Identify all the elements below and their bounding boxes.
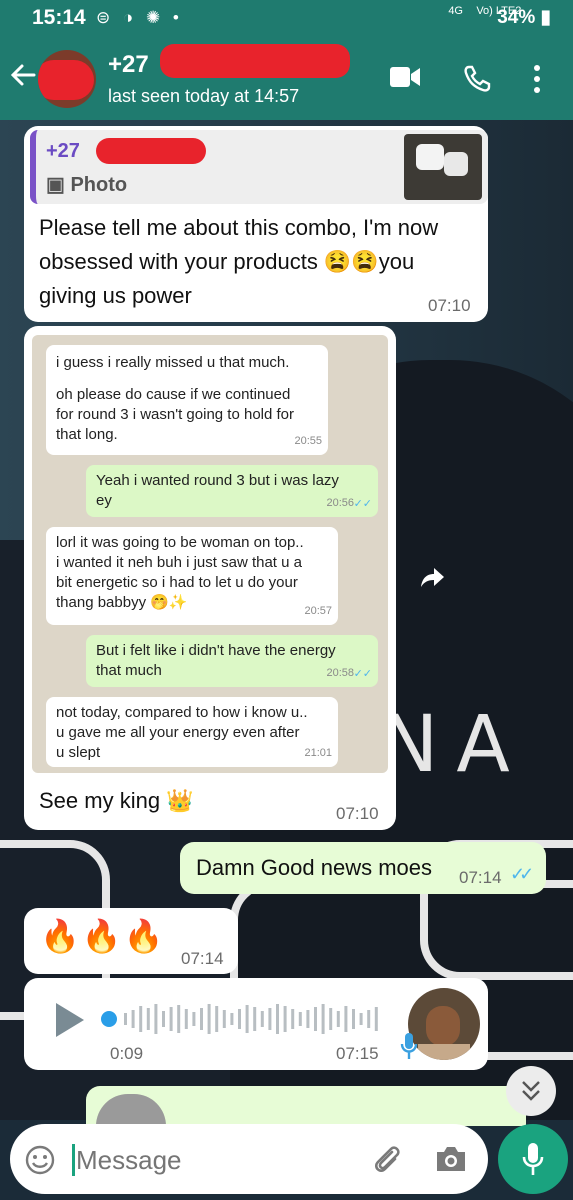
waveform-bar	[359, 1013, 363, 1025]
read-ticks-icon: ✓✓	[353, 498, 372, 510]
waveform-bar	[222, 1010, 226, 1028]
chat-screenshot-image[interactable]: i guess i really missed u that much. oh …	[32, 335, 388, 773]
waveform-bar	[291, 1009, 295, 1029]
message-time: 07:10	[336, 804, 379, 823]
waveform-bar	[314, 1007, 317, 1031]
network-indicator: 4G Vo) LTE2	[448, 5, 521, 17]
waveform-bar	[306, 1010, 310, 1028]
waveform-bar	[162, 1011, 165, 1027]
waveform-bar	[352, 1009, 355, 1029]
waveform-bar	[268, 1008, 272, 1030]
waveform-bar	[177, 1005, 181, 1033]
voice-call-icon[interactable]	[462, 64, 492, 94]
waveform-bar	[124, 1013, 127, 1025]
text-cursor	[72, 1144, 75, 1176]
message-time: 07:14	[459, 868, 502, 887]
message-time: 07:10	[428, 296, 471, 315]
message-time: 07:15	[336, 1044, 379, 1063]
waveform-bar	[139, 1006, 143, 1032]
screenshot-bubble: i guess i really missed u that much. oh …	[46, 345, 328, 455]
waveform-bar	[298, 1012, 302, 1026]
quoted-sender: +27	[46, 140, 80, 162]
waveform-bar	[367, 1010, 371, 1028]
screenshot-bubble: not today, compared to how i know u.. u …	[46, 697, 338, 767]
waveform-bar	[374, 1007, 378, 1031]
waveform-bar	[238, 1009, 241, 1029]
waveform-bar	[245, 1005, 249, 1033]
voice-waveform[interactable]	[100, 1000, 390, 1038]
redacted-number	[160, 44, 350, 78]
quoted-thumbnail	[404, 134, 482, 200]
double-chevron-down-icon	[522, 1081, 540, 1101]
microphone-icon	[522, 1143, 544, 1175]
waveform-bar	[207, 1004, 211, 1034]
screenshot-bubble: But i felt like i didn't have the energy…	[86, 635, 378, 687]
waveform-bar	[253, 1007, 257, 1031]
message-time: 07:14	[181, 949, 224, 968]
message-input[interactable]	[76, 1138, 366, 1182]
fire-emoji-message: 🔥🔥🔥	[40, 918, 166, 954]
read-ticks-icon: ✓✓	[510, 864, 534, 884]
waveform-bar	[321, 1004, 325, 1034]
network-type: 4G	[448, 5, 463, 17]
photo-icon: ▣	[46, 174, 65, 196]
waveform-bar	[336, 1011, 340, 1027]
read-ticks-icon: ✓✓	[353, 668, 372, 680]
waveform-bar	[184, 1009, 188, 1029]
waveform-bar	[329, 1008, 333, 1030]
video-call-icon[interactable]	[388, 64, 422, 90]
waveform-bar	[146, 1008, 150, 1030]
contact-name[interactable]: +27	[108, 51, 149, 79]
quoted-type: ▣ Photo	[46, 174, 128, 196]
wallpaper-text: NA	[380, 700, 528, 790]
sender-avatar	[408, 988, 480, 1060]
redacted-number	[96, 138, 206, 164]
more-options-icon[interactable]	[532, 64, 542, 94]
waveform-bar	[230, 1013, 234, 1025]
screenshot-bubble: Yeah i wanted round 3 but i was lazy ey …	[86, 465, 378, 517]
message-input-bar	[10, 1124, 488, 1194]
voice-record-button[interactable]	[498, 1124, 568, 1194]
contact-avatar[interactable]	[38, 50, 96, 108]
status-bar: 15:14 ⊜ ◑ ✺ • 4G Vo) LTE2 34% ▮	[0, 0, 573, 36]
play-icon[interactable]	[56, 1003, 84, 1037]
image-caption: See my king 👑	[39, 788, 194, 813]
waveform-bar	[260, 1011, 264, 1027]
waveform-bar	[192, 1012, 196, 1026]
waveform-bar	[215, 1006, 219, 1032]
scroll-to-bottom-button[interactable]	[506, 1066, 556, 1116]
waveform-bar	[276, 1004, 279, 1034]
mic-badge-icon	[400, 1033, 418, 1059]
screenshot-bubble: lorl it was going to be woman on top.. i…	[46, 527, 338, 625]
back-arrow-icon[interactable]	[8, 60, 38, 90]
playhead-dot	[101, 1011, 117, 1027]
last-seen: last seen today at 14:57	[108, 86, 300, 106]
battery-level: 34% ▮	[497, 7, 551, 28]
chat-header: 15:14 ⊜ ◑ ✺ • 4G Vo) LTE2 34% ▮ +27 last…	[0, 0, 573, 120]
forward-icon[interactable]	[420, 566, 446, 588]
status-time: 15:14	[32, 6, 86, 29]
waveform-bar	[169, 1007, 173, 1031]
waveform-bar	[283, 1006, 287, 1032]
waveform-bar	[154, 1004, 158, 1034]
notification-icons: ⊜ ◑ ✺ •	[96, 8, 183, 27]
message-text: Please tell me about this combo, I'm now…	[39, 215, 439, 308]
emoji-icon[interactable]	[24, 1144, 56, 1176]
screenshot-text: not today, compared to how i know u.. u …	[56, 704, 308, 761]
screenshot-text: i guess i really missed u that much. oh …	[56, 354, 295, 443]
camera-icon[interactable]	[434, 1144, 468, 1174]
screenshot-text: lorl it was going to be woman on top.. i…	[56, 534, 304, 611]
waveform-bar	[200, 1008, 203, 1030]
waveform-bar	[131, 1010, 135, 1028]
message-text: Damn Good news moes	[196, 855, 432, 880]
waveform-bar	[344, 1006, 348, 1032]
voice-duration: 0:09	[110, 1044, 144, 1063]
attach-icon[interactable]	[370, 1142, 402, 1176]
quoted-message[interactable]: +27 ▣ Photo	[30, 130, 488, 204]
